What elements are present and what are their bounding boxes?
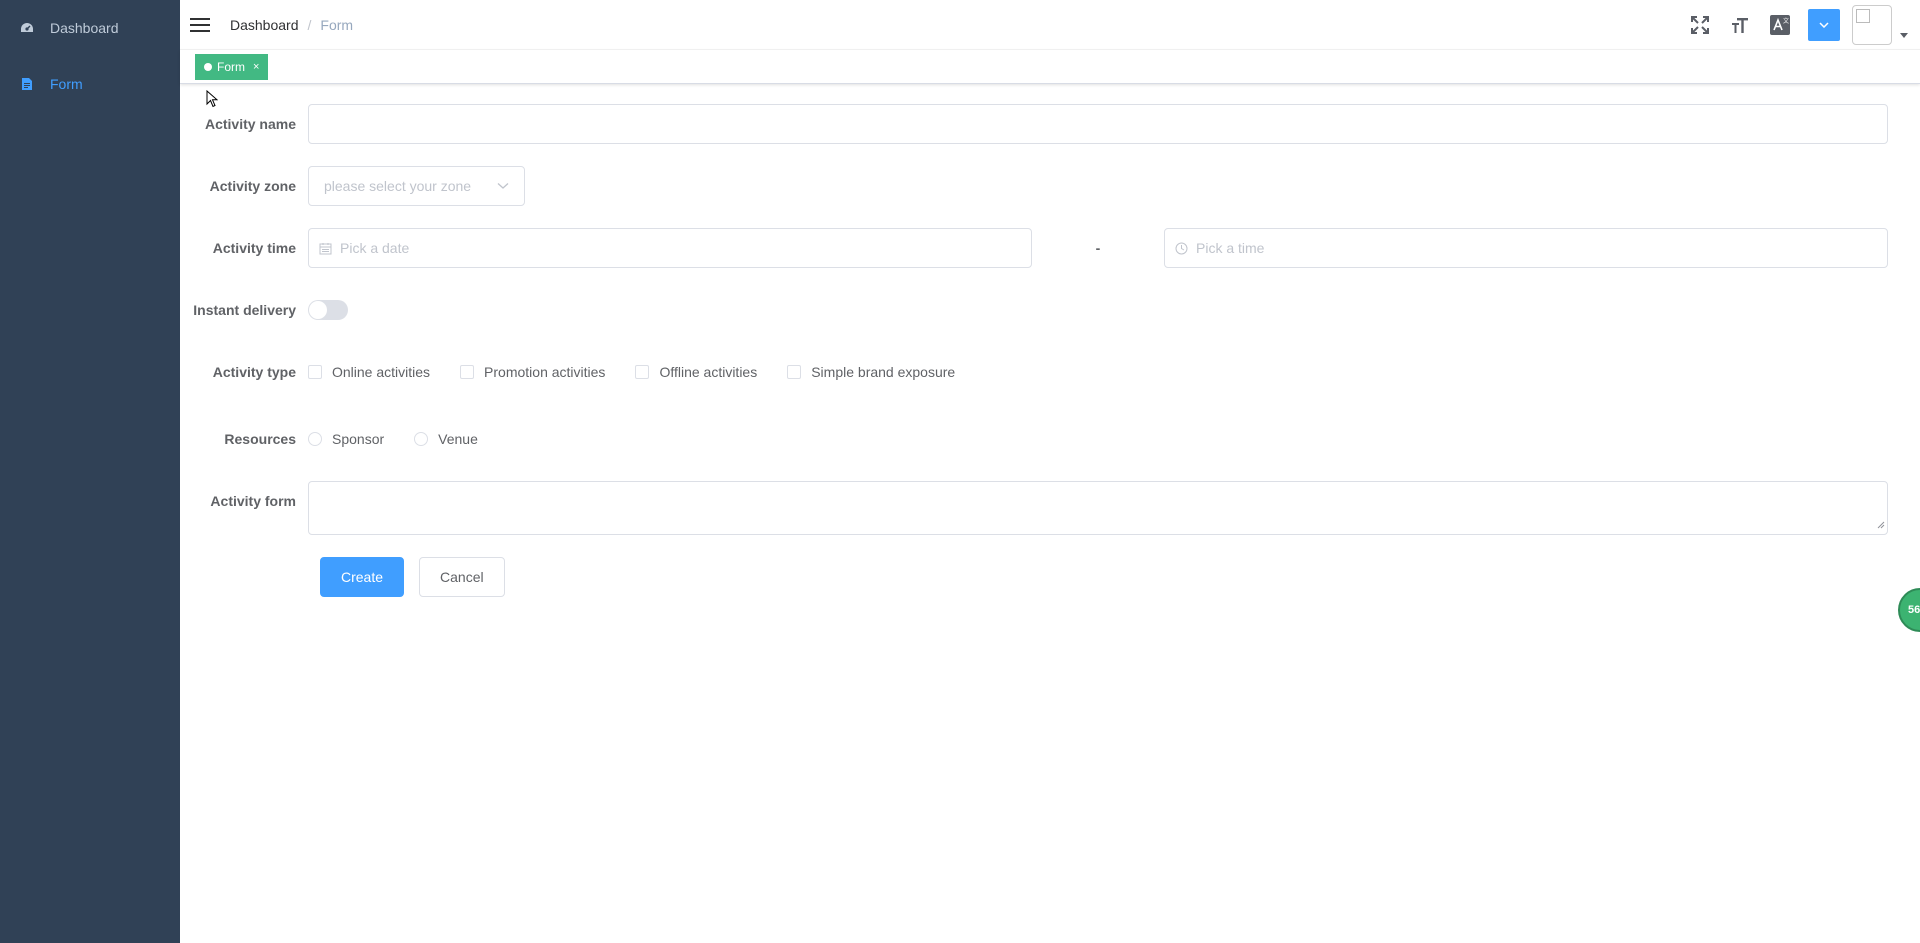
tags-view: Form ×	[180, 50, 1920, 84]
radio-circle	[308, 432, 322, 446]
resize-grip-icon[interactable]	[1877, 516, 1885, 532]
activity-type-group: Online activities Promotion activities O…	[308, 364, 985, 380]
checkbox-offline[interactable]: Offline activities	[635, 364, 757, 380]
checkbox-box	[787, 365, 802, 379]
caret-down-icon	[1900, 32, 1908, 38]
zone-select[interactable]: please select your zone	[308, 166, 525, 206]
dashboard-icon	[20, 21, 34, 35]
font-size-icon	[1732, 18, 1748, 33]
resources-label: Resources	[224, 431, 296, 447]
radio-sponsor[interactable]: Sponsor	[308, 431, 384, 447]
form-row-type: Activity type Online activities Promotio…	[180, 352, 985, 392]
theme-picker-button[interactable]	[1808, 9, 1840, 41]
resources-radio-group: Sponsor Venue	[308, 431, 508, 447]
breadcrumb: Dashboard / Form	[230, 17, 353, 33]
navbar: Dashboard / Form 文	[180, 0, 1920, 50]
time-label: Activity time	[212, 240, 296, 256]
form-row-zone: Activity zone please select your zone	[180, 166, 525, 206]
mouse-cursor-icon	[206, 90, 218, 108]
broken-image-icon	[1856, 9, 1870, 23]
checkbox-label: Promotion activities	[484, 364, 606, 380]
fullscreen-icon	[1691, 16, 1709, 34]
close-icon[interactable]: ×	[253, 54, 259, 80]
radio-label: Sponsor	[332, 431, 385, 447]
radio-label: Venue	[438, 431, 478, 447]
date-placeholder: Pick a date	[340, 240, 410, 256]
form-row-name: Activity name	[180, 104, 1888, 144]
sidebar-item-form[interactable]: Form	[0, 56, 180, 112]
avatar	[1852, 5, 1892, 45]
form-row-desc: Activity form	[180, 481, 1888, 535]
tag-form[interactable]: Form ×	[195, 53, 269, 80]
svg-text:文: 文	[1783, 17, 1789, 25]
checkbox-label: Simple brand exposure	[811, 364, 956, 380]
checkbox-brand-exposure[interactable]: Simple brand exposure	[787, 364, 955, 380]
chevron-down-icon	[1819, 22, 1829, 28]
hamburger-icon	[190, 17, 210, 32]
checkbox-label: Online activities	[332, 364, 431, 380]
delivery-label: Instant delivery	[193, 302, 296, 318]
checkbox-box	[460, 365, 475, 379]
breadcrumb-separator: /	[307, 16, 312, 33]
radio-circle	[414, 432, 429, 446]
tag-label: Form	[217, 59, 245, 74]
checkbox-online[interactable]: Online activities	[308, 364, 430, 380]
form-row-time: Activity time Pick a date - Pick a time	[180, 228, 1888, 268]
time-separator: -	[1095, 240, 1101, 256]
type-label: Activity type	[212, 364, 296, 380]
clock-icon	[1175, 242, 1188, 255]
name-label: Activity name	[204, 116, 296, 132]
time-picker-input[interactable]: Pick a time	[1164, 228, 1888, 268]
calendar-icon	[319, 242, 332, 255]
active-dot-icon	[204, 62, 212, 71]
time-placeholder: Pick a time	[1196, 240, 1265, 256]
breadcrumb-current: Form	[320, 16, 354, 33]
create-button[interactable]: Create	[320, 557, 405, 597]
document-icon	[20, 77, 34, 91]
right-menu: 文	[1680, 0, 1920, 50]
checkbox-box	[635, 365, 650, 379]
floating-badge[interactable]: 56	[1898, 588, 1920, 632]
sidebar-item-dashboard[interactable]: Dashboard	[0, 0, 180, 56]
font-size-button[interactable]	[1720, 0, 1760, 50]
breadcrumb-home[interactable]: Dashboard	[230, 17, 299, 33]
desc-label: Activity form	[210, 493, 296, 509]
radio-venue[interactable]: Venue	[414, 431, 478, 447]
activity-form-textarea[interactable]	[308, 481, 1888, 535]
form-row-delivery: Instant delivery	[180, 290, 348, 330]
main-area: Dashboard / Form 文 Form × Activity name …	[180, 0, 1920, 943]
date-picker-input[interactable]: Pick a date	[308, 228, 1032, 268]
hamburger-button[interactable]	[180, 0, 220, 50]
cancel-button[interactable]: Cancel	[419, 557, 505, 597]
avatar-dropdown[interactable]	[1852, 5, 1908, 45]
language-button[interactable]: 文	[1760, 0, 1800, 50]
sidebar-item-label: Dashboard	[50, 20, 119, 36]
zone-label: Activity zone	[209, 178, 296, 194]
sidebar-item-label: Form	[50, 76, 83, 92]
instant-delivery-switch[interactable]	[308, 300, 348, 320]
checkbox-label: Offline activities	[659, 364, 758, 380]
language-icon: 文	[1770, 15, 1790, 35]
checkbox-box	[308, 365, 322, 379]
form-actions: Create Cancel	[320, 557, 505, 597]
zone-placeholder: please select your zone	[324, 178, 472, 194]
chevron-down-icon	[497, 182, 509, 190]
activity-name-input[interactable]	[308, 104, 1888, 144]
form-row-resources: Resources Sponsor Venue	[180, 419, 508, 459]
fullscreen-button[interactable]	[1680, 0, 1720, 50]
checkbox-promotion[interactable]: Promotion activities	[460, 364, 605, 380]
sidebar: Dashboard Form	[0, 0, 180, 943]
